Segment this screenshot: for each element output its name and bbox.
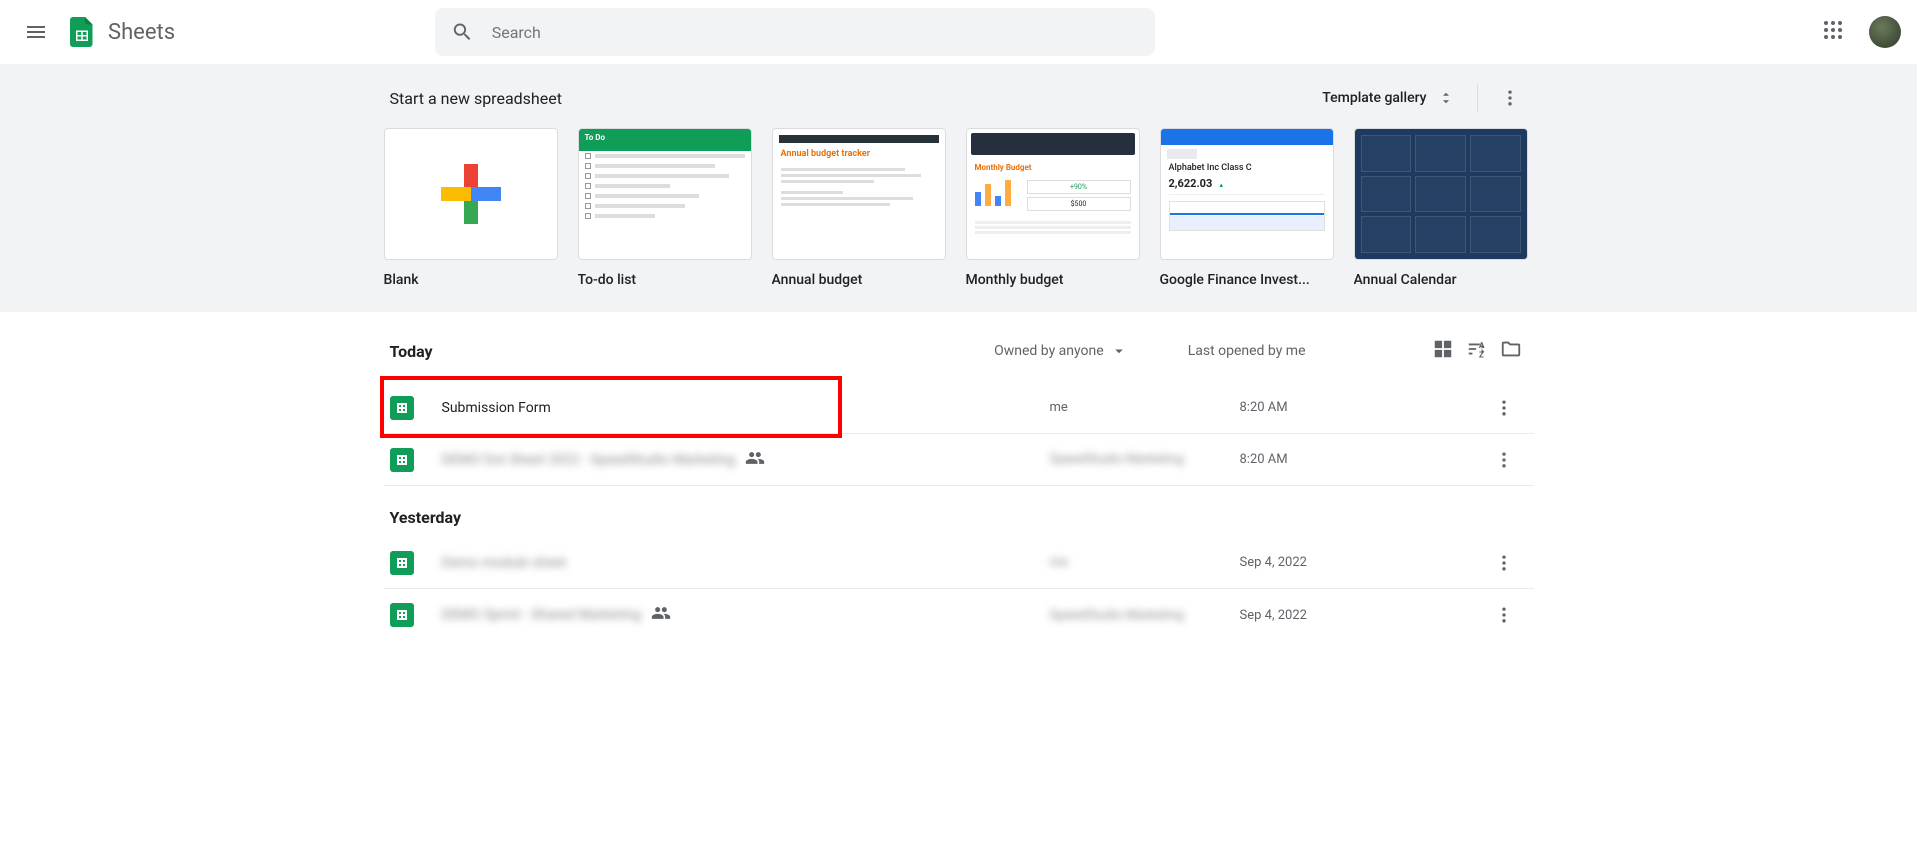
file-row[interactable]: DEMO Sprint - Shared Marketing SpeedStud… (384, 589, 1534, 641)
thumb-title: Monthly Budget (967, 159, 1139, 176)
sort-az-button[interactable]: AZ (1460, 332, 1494, 370)
template-label: Annual Calendar (1354, 272, 1528, 288)
app-header: Sheets (0, 0, 1917, 64)
menu-icon (24, 20, 48, 44)
owned-filter[interactable]: Owned by anyone (994, 342, 1128, 360)
account-avatar[interactable] (1869, 16, 1901, 48)
svg-text:Z: Z (1478, 350, 1483, 360)
file-date: 8:20 AM (1240, 400, 1480, 415)
file-date: 8:20 AM (1240, 452, 1480, 467)
more-vert-icon (1494, 398, 1514, 418)
template-gallery-label: Template gallery (1322, 90, 1426, 106)
app-name: Sheets (108, 20, 175, 45)
calendar-thumb (1355, 129, 1527, 259)
template-label: Google Finance Invest... (1160, 272, 1334, 288)
file-more-button[interactable] (1480, 553, 1528, 573)
main-menu-button[interactable] (12, 8, 60, 56)
file-name: Demo module sheet (442, 555, 567, 571)
shared-icon (745, 448, 765, 472)
thumb-header: To Do (579, 129, 751, 151)
templates-title: Start a new spreadsheet (390, 89, 562, 108)
more-vert-icon (1500, 88, 1520, 108)
thumb-value: 2,622.03 (1169, 177, 1213, 190)
file-owner: me (1050, 555, 1240, 570)
file-row[interactable]: DEMO Dot Sheet 2022 - SpeedStudio Market… (384, 434, 1534, 486)
file-date: Sep 4, 2022 (1240, 555, 1480, 570)
file-row[interactable]: Submission Form me 8:20 AM (384, 382, 1534, 434)
folder-icon (1500, 338, 1522, 360)
file-name: Submission Form (442, 400, 551, 416)
file-name: DEMO Dot Sheet 2022 - SpeedStudio Market… (442, 452, 736, 468)
template-label: To-do list (578, 272, 752, 288)
grid-icon (1432, 338, 1454, 360)
open-picker-button[interactable] (1494, 332, 1528, 370)
template-label: Blank (384, 272, 558, 288)
google-apps-button[interactable] (1813, 10, 1853, 54)
more-vert-icon (1494, 605, 1514, 625)
template-calendar[interactable]: Annual Calendar (1354, 128, 1528, 288)
file-name: DEMO Sprint - Shared Marketing (442, 607, 642, 623)
file-more-button[interactable] (1480, 605, 1528, 625)
template-label: Annual budget (772, 272, 946, 288)
template-gallery-button[interactable]: Template gallery (1314, 83, 1462, 113)
sort-az-icon: AZ (1466, 338, 1488, 360)
template-todo[interactable]: To Do To-do list (578, 128, 752, 288)
search-bar[interactable] (435, 8, 1155, 56)
thumb-title: Alphabet Inc Class C (1161, 163, 1333, 173)
search-input[interactable] (490, 22, 1139, 43)
file-more-button[interactable] (1480, 398, 1528, 418)
divider (1477, 84, 1478, 112)
template-label: Monthly budget (966, 272, 1140, 288)
template-finance[interactable]: Alphabet Inc Class C 2,622.03▲ Google Fi… (1160, 128, 1334, 288)
grid-view-button[interactable] (1426, 332, 1460, 370)
template-monthly-budget[interactable]: Monthly Budget +90% $500 Monthly (966, 128, 1140, 288)
sheets-file-icon (390, 551, 414, 575)
apps-grid-icon (1821, 18, 1845, 42)
thumb-title: Annual budget tracker (773, 143, 945, 165)
sheets-file-icon (390, 603, 414, 627)
files-section: Today Owned by anyone Last opened by me … (384, 312, 1534, 641)
template-row: Blank To Do To-do list (384, 128, 1534, 288)
file-owner: SpeedStudio Marketing (1050, 452, 1240, 467)
template-annual-budget[interactable]: Annual budget tracker Annual budget (772, 128, 946, 288)
plus-icon (441, 164, 501, 224)
sheets-file-icon (390, 448, 414, 472)
file-owner: SpeedStudio Marketing (1050, 608, 1240, 623)
templates-more-button[interactable] (1492, 80, 1528, 116)
file-date: Sep 4, 2022 (1240, 608, 1480, 623)
more-vert-icon (1494, 450, 1514, 470)
file-owner: me (1050, 400, 1240, 415)
group-label-today: Today (390, 342, 433, 361)
unfold-icon (1437, 89, 1455, 107)
file-more-button[interactable] (1480, 450, 1528, 470)
more-vert-icon (1494, 553, 1514, 573)
file-row[interactable]: Demo module sheet me Sep 4, 2022 (384, 537, 1534, 589)
group-label-yesterday: Yesterday (384, 486, 1534, 537)
sort-label: Last opened by me (1188, 343, 1306, 359)
owned-filter-label: Owned by anyone (994, 343, 1104, 359)
sheets-file-icon (390, 396, 414, 420)
dropdown-icon (1110, 342, 1128, 360)
app-logo[interactable]: Sheets (64, 14, 175, 50)
search-icon (451, 20, 474, 44)
sheets-icon (64, 14, 100, 50)
shared-icon (651, 603, 671, 627)
template-blank[interactable]: Blank (384, 128, 558, 288)
templates-section: Start a new spreadsheet Template gallery… (0, 64, 1917, 312)
